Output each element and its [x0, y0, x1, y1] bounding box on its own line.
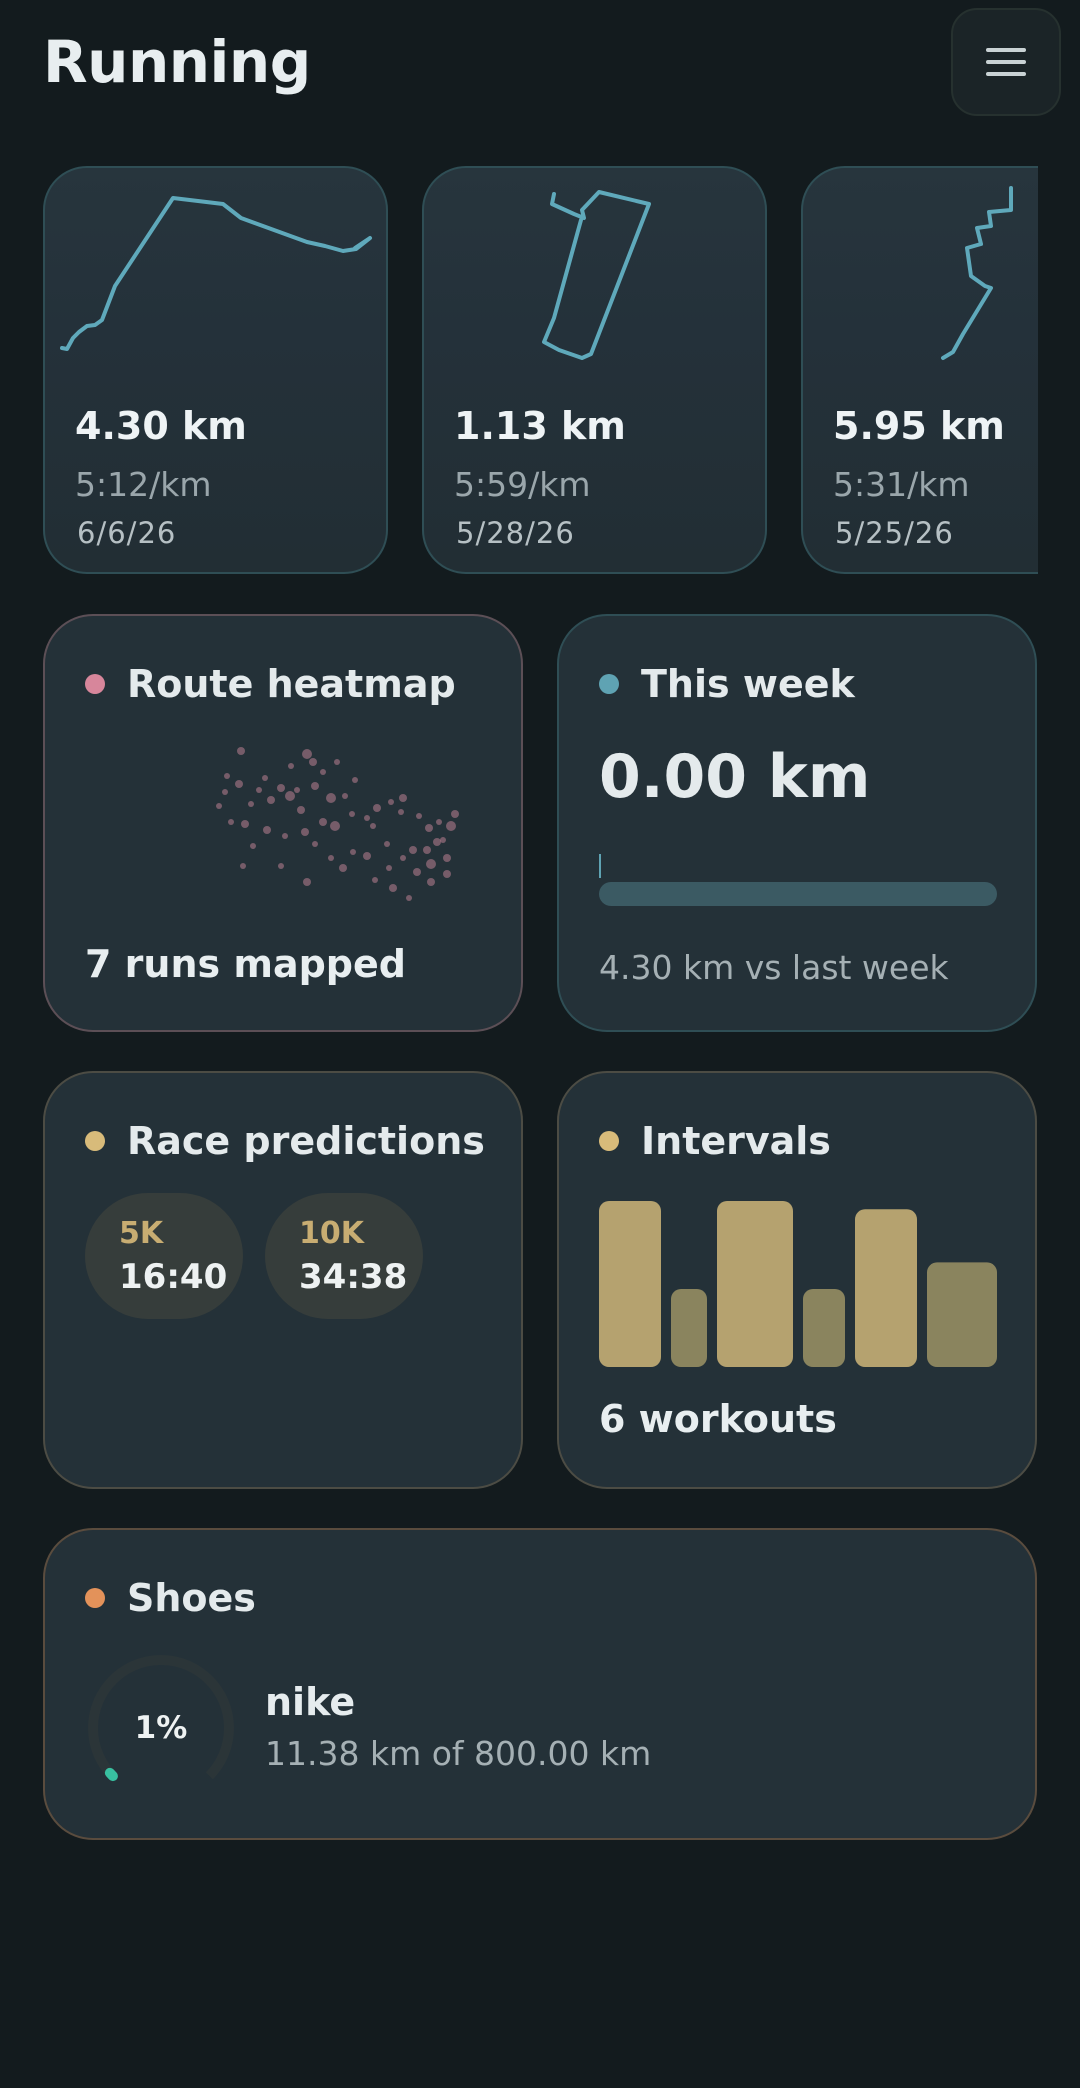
- race-prediction-list: 5K 16:40 10K 34:38: [85, 1193, 423, 1319]
- card-title: Intervals: [641, 1119, 831, 1163]
- week-comparison: 4.30 km vs last week: [599, 948, 949, 987]
- card-title: Race predictions: [127, 1119, 485, 1163]
- app-header: Running: [0, 0, 1080, 130]
- shoe-wear-percent: 1%: [134, 1710, 188, 1746]
- hamburger-menu-icon: [986, 48, 1026, 52]
- race-distance-label: 10K: [299, 1215, 364, 1251]
- card-title: This week: [641, 662, 855, 706]
- run-pace: 5:59/km: [454, 465, 591, 504]
- shoe-name: nike: [265, 1680, 356, 1724]
- route-heatmap-card[interactable]: Route heatmap 7 runs mapped: [43, 614, 523, 1032]
- recent-runs-carousel[interactable]: 4.30 km 5:12/km 6/6/26 1.13 km 5:59/km 5…: [43, 166, 1038, 576]
- route-map-thumbnail: [60, 196, 372, 351]
- page-title: Running: [43, 28, 311, 96]
- route-heatmap-plot: [216, 747, 459, 901]
- run-card[interactable]: 4.30 km 5:12/km 6/6/26: [43, 166, 388, 574]
- run-date: 6/6/26: [77, 516, 177, 550]
- run-pace: 5:31/km: [833, 465, 970, 504]
- status-dot-icon: [85, 1588, 105, 1608]
- progress-marker: [599, 854, 601, 878]
- route-map-thumbnail: [542, 190, 651, 360]
- workouts-count: 6 workouts: [599, 1397, 837, 1441]
- this-week-card[interactable]: This week 0.00 km 4.30 km vs last week: [557, 614, 1037, 1032]
- weekly-progress-bar: [599, 882, 997, 906]
- race-distance-label: 5K: [119, 1215, 164, 1251]
- race-predictions-card[interactable]: Race predictions 5K 16:40 10K 34:38: [43, 1071, 523, 1489]
- status-dot-icon: [599, 1131, 619, 1151]
- card-title: Route heatmap: [127, 662, 456, 706]
- intervals-card[interactable]: Intervals 6 workouts: [557, 1071, 1037, 1489]
- run-date: 5/28/26: [456, 516, 575, 550]
- status-dot-icon: [599, 674, 619, 694]
- race-predicted-time: 34:38: [299, 1256, 408, 1297]
- interval-bar: [671, 1288, 707, 1367]
- weekly-distance: 0.00 km: [599, 742, 871, 812]
- interval-bar: [717, 1201, 793, 1367]
- run-distance: 5.95 km: [833, 404, 1005, 448]
- status-dot-icon: [85, 1131, 105, 1151]
- race-prediction-chip[interactable]: 10K 34:38: [265, 1193, 423, 1319]
- race-predicted-time: 16:40: [119, 1256, 228, 1297]
- race-prediction-chip[interactable]: 5K 16:40: [85, 1193, 243, 1319]
- run-pace: 5:12/km: [75, 465, 212, 504]
- menu-button[interactable]: [951, 8, 1061, 116]
- run-distance: 1.13 km: [454, 404, 626, 448]
- interval-bar: [855, 1209, 917, 1367]
- run-distance: 4.30 km: [75, 404, 247, 448]
- interval-bar: [803, 1288, 845, 1367]
- run-card[interactable]: 1.13 km 5:59/km 5/28/26: [422, 166, 767, 574]
- run-card[interactable]: 5.95 km 5:31/km 5/25/26: [801, 166, 1038, 574]
- intervals-bar-chart: [599, 1201, 997, 1367]
- interval-bar: [599, 1201, 661, 1367]
- card-title: Shoes: [127, 1576, 256, 1620]
- shoes-card[interactable]: Shoes 1% nike 11.38 km of 800.00 km: [43, 1528, 1037, 1840]
- route-map-thumbnail: [941, 186, 1013, 360]
- runs-mapped-count: 7 runs mapped: [85, 942, 406, 986]
- interval-bar: [927, 1262, 997, 1367]
- status-dot-icon: [85, 674, 105, 694]
- run-date: 5/25/26: [835, 516, 954, 550]
- shoe-distance: 11.38 km of 800.00 km: [265, 1734, 652, 1773]
